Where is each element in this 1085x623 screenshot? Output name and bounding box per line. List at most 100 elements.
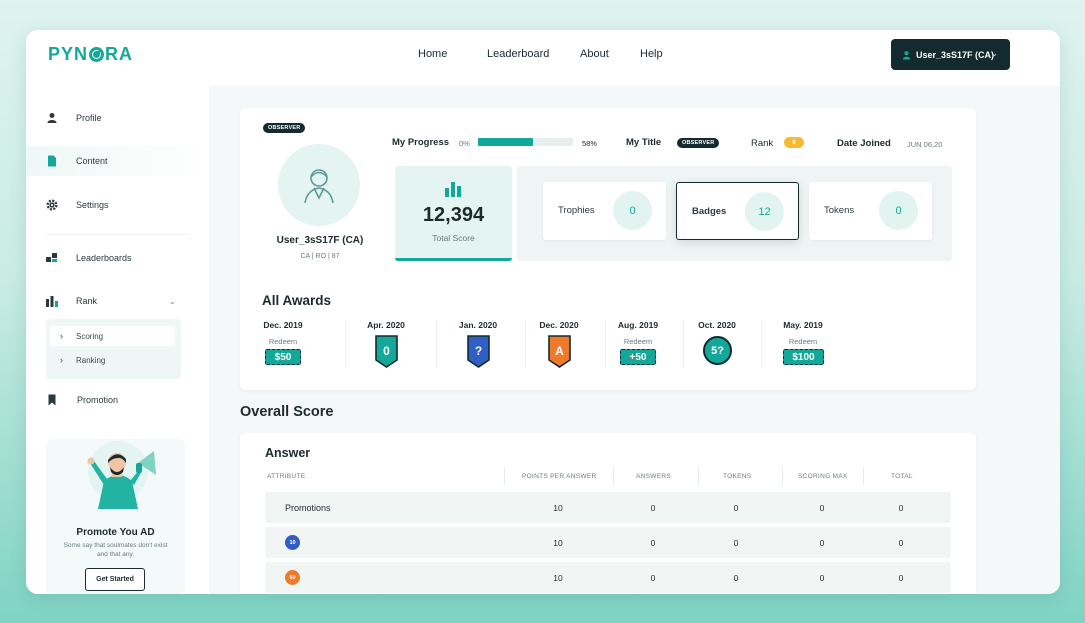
top-bar: PYN RA Home Leaderboard About Help User_3… xyxy=(26,30,1060,86)
sidebar-item-label: Leaderboards xyxy=(76,253,132,263)
logo[interactable]: PYN RA xyxy=(48,44,133,65)
award-date: Dec. 2020 xyxy=(539,320,579,330)
submenu-item-scoring[interactable]: › Scoring xyxy=(50,326,175,346)
submenu-item-ranking[interactable]: › Ranking xyxy=(50,350,175,370)
row-label: Promotions xyxy=(285,503,331,513)
bar-chart-icon xyxy=(46,296,58,307)
award-ticket: +50 xyxy=(620,349,656,365)
total-score-label: Total Score xyxy=(432,233,475,243)
title-badge: OBSERVER xyxy=(677,138,720,148)
avatar-person-icon xyxy=(304,169,334,204)
table-cell: 0 xyxy=(898,538,904,548)
table-cell: 0 xyxy=(650,503,656,513)
award-redeem: Redeem xyxy=(623,337,653,346)
table-cell: 0 xyxy=(898,573,904,583)
table-cell: 0 xyxy=(898,503,904,513)
nav-home[interactable]: Home xyxy=(418,48,447,60)
sidebar-item-leaderboards[interactable]: Leaderboards xyxy=(26,243,209,273)
avatar[interactable] xyxy=(278,144,360,226)
stat-label: Badges xyxy=(692,206,727,217)
sidebar-item-profile[interactable]: Profile xyxy=(26,103,209,133)
table-row[interactable]: Promotions 10 0 0 0 0 xyxy=(265,492,951,523)
promo-text: Some say that soulmates don't exist and … xyxy=(63,542,168,559)
table-row[interactable]: 10 10 0 0 0 0 xyxy=(265,527,951,558)
progress-label: My Progress xyxy=(392,137,450,148)
promo-card: Promote You AD Some say that soulmates d… xyxy=(46,439,185,594)
nav-about[interactable]: About xyxy=(580,48,609,60)
stat-value: 12 xyxy=(745,192,784,231)
date-joined-label: Date Joined xyxy=(837,138,891,149)
rank-label: Rank xyxy=(751,138,774,149)
column-divider xyxy=(504,467,505,485)
profile-card: OBSERVER User_3sS17F (CA) CA | RO | 87 M… xyxy=(240,108,976,390)
stat-tokens[interactable]: Tokens 0 xyxy=(809,182,932,240)
overall-score-title: Overall Score xyxy=(240,404,334,420)
award-date: May. 2019 xyxy=(783,320,823,330)
award-item[interactable]: Apr. 2020 0 xyxy=(341,320,431,370)
award-redeem: Redeem xyxy=(268,337,298,346)
score-underline xyxy=(395,258,512,261)
promo-title: Promote You AD xyxy=(76,527,155,538)
chevron-right-icon: › xyxy=(60,355,63,365)
user-menu-button[interactable]: User_3sS17F (CA) ⌄ xyxy=(891,39,1010,70)
app-window: PYN RA Home Leaderboard About Help User_3… xyxy=(26,30,1060,594)
progress-fill xyxy=(478,138,534,146)
nav-help[interactable]: Help xyxy=(640,48,663,60)
sidebar-item-settings[interactable]: Settings xyxy=(26,190,209,220)
table-header: SCORING MAX xyxy=(798,473,848,480)
user-menu-label: User_3sS17F (CA) xyxy=(916,49,995,60)
main-content: OBSERVER User_3sS17F (CA) CA | RO | 87 M… xyxy=(209,86,1060,594)
award-item[interactable]: Aug. 2019 Redeem +50 xyxy=(593,320,683,370)
sidebar-item-rank[interactable]: Rank ⌄ xyxy=(26,286,209,316)
user-icon xyxy=(902,50,911,59)
table-header: ATTRIBUTE xyxy=(267,473,306,480)
bar-chart-icon xyxy=(445,182,461,197)
sidebar-item-promotion[interactable]: Promotion xyxy=(26,385,209,415)
stats-strip: Trophies 0 Badges 12 Tokens 0 xyxy=(517,166,952,261)
awards-title: All Awards xyxy=(262,293,332,308)
chevron-down-icon: ⌄ xyxy=(169,296,176,306)
sidebar-item-label: Profile xyxy=(76,113,102,123)
table-cell: 0 xyxy=(650,538,656,548)
stat-label: Trophies xyxy=(558,205,595,216)
award-redeem: Redeem xyxy=(788,337,818,346)
sidebar-item-label: Content xyxy=(76,156,108,166)
award-item[interactable]: Dec. 2020 A xyxy=(514,320,604,370)
table-row[interactable]: 50 10 0 0 0 0 xyxy=(265,562,951,593)
overall-score-card: Answer ATTRIBUTE POINTS PER ANSWER ANSWE… xyxy=(240,433,976,594)
stat-value: 0 xyxy=(613,191,652,230)
progress-min: 0% xyxy=(459,139,470,148)
row-badge: 10 xyxy=(285,535,300,550)
submenu-label: Scoring xyxy=(76,331,104,341)
date-joined-value: JUN 06,20 xyxy=(907,140,943,149)
table-cell: 10 xyxy=(553,573,563,583)
sidebar: Profile Content Settings Leaderboards Ra… xyxy=(26,86,209,594)
table-cell: 0 xyxy=(650,573,656,583)
observer-badge: OBSERVER xyxy=(263,123,306,133)
chevron-right-icon: › xyxy=(60,331,63,341)
shield-badge-icon: ? xyxy=(467,335,490,368)
shield-text: ? xyxy=(475,344,482,358)
award-item[interactable]: Jan. 2020 ? xyxy=(433,320,523,370)
table-cell: 10 xyxy=(553,538,563,548)
total-score-box[interactable]: 12,394 Total Score xyxy=(395,166,512,261)
column-divider xyxy=(863,467,864,485)
nav-leaderboard[interactable]: Leaderboard xyxy=(487,48,549,60)
table-cell: 0 xyxy=(819,538,825,548)
table-cell: 0 xyxy=(733,538,739,548)
award-item[interactable]: May. 2019 Redeem $100 xyxy=(758,320,848,370)
sidebar-item-content[interactable]: Content xyxy=(26,146,209,176)
stat-badges[interactable]: Badges 12 xyxy=(676,182,799,240)
grid-icon xyxy=(46,253,57,262)
award-item[interactable]: Dec. 2019 Redeem $50 xyxy=(238,320,328,370)
award-item[interactable]: Oct. 2020 5? xyxy=(672,320,762,370)
shield-badge-icon: 0 xyxy=(375,335,398,368)
shield-text: 0 xyxy=(383,344,390,358)
award-ticket: $50 xyxy=(265,349,301,365)
stat-trophies[interactable]: Trophies 0 xyxy=(543,182,666,240)
table-header: TOKENS xyxy=(723,473,752,480)
award-date: Oct. 2020 xyxy=(698,320,736,330)
table-header: ANSWERS xyxy=(636,473,671,480)
get-started-button[interactable]: Get Started xyxy=(85,568,145,591)
rank-badge: 0 xyxy=(784,137,804,148)
